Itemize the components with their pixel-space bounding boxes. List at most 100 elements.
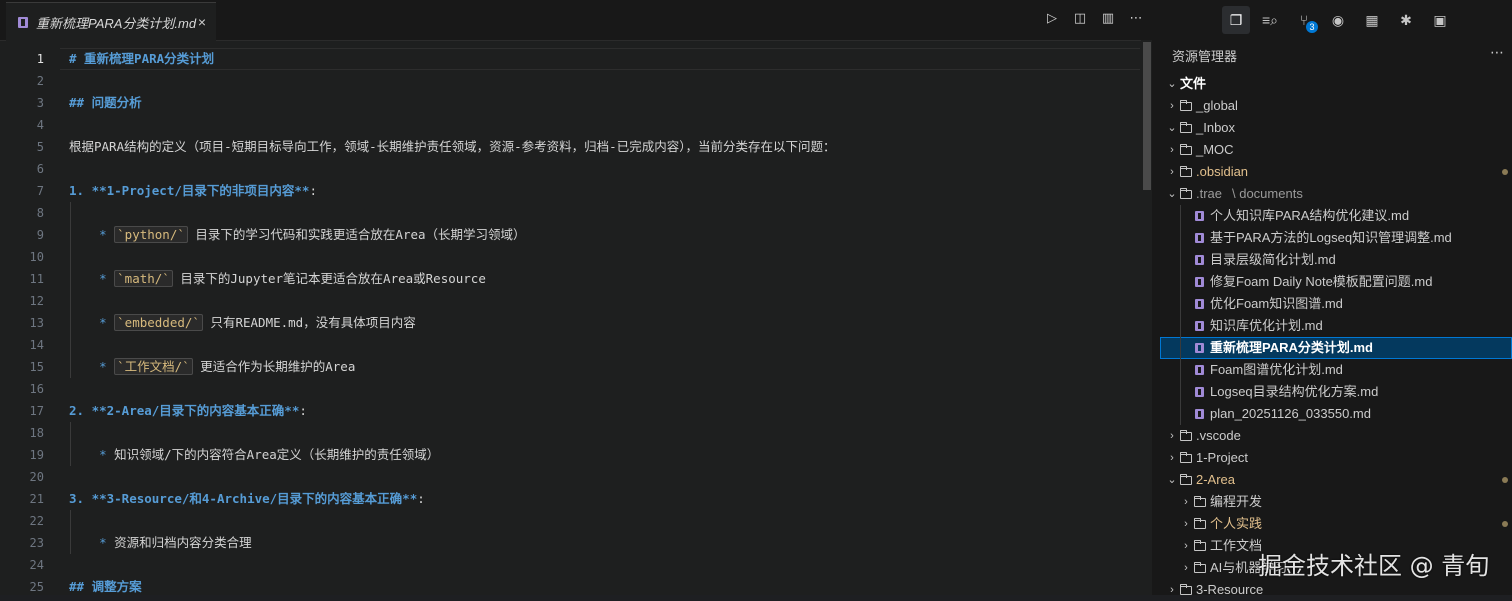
text-segment: 资源和归档内容分类合理 — [114, 535, 252, 550]
line-text: 根据PARA结构的定义（项目-短期目标导向工作，领域-长期维护责任领域，资源-参… — [69, 136, 835, 158]
tree-indent-guide — [1180, 205, 1181, 425]
tree-folder-item[interactable]: ⌄ 2-Area — [1160, 469, 1512, 491]
chevron-right-icon[interactable]: › — [1166, 139, 1178, 161]
tree-file-item[interactable]: 目录层级简化计划.md — [1160, 249, 1512, 271]
tree-item-label: 个人知识库PARA结构优化建议.md — [1210, 208, 1410, 223]
tree-file-item[interactable]: 优化Foam知识图谱.md — [1160, 293, 1512, 315]
code-line[interactable]: 15 * `工作文档/` 更适合作为长期维护的Area — [0, 356, 1140, 378]
run-icon[interactable]: ▷ — [1044, 10, 1060, 26]
source-control-icon[interactable]: ⑂ 3 — [1290, 6, 1318, 34]
code-line[interactable]: 14 — [0, 334, 1140, 356]
code-line[interactable]: 7 1. **1-Project/目录下的非项目内容**: — [0, 180, 1140, 202]
code-line[interactable]: 9 * `python/` 目录下的学习代码和实践更适合放在Area（长期学习领… — [0, 224, 1140, 246]
tree-file-item[interactable]: plan_20251126_033550.md — [1160, 403, 1512, 425]
line-number: 18 — [29, 426, 44, 440]
editor-area[interactable]: 重新梳理PARA分类计划.md × ▷ ◫ ▥ ⋯ 1 # 重新梳理PARA分类计… — [0, 0, 1152, 595]
tree-folder-item[interactable]: › 3-Resource — [1160, 579, 1512, 601]
extensions-icon[interactable]: ▦ — [1358, 6, 1386, 34]
tree-file-item[interactable]: 知识库优化计划.md — [1160, 315, 1512, 337]
code-line[interactable]: 17 2. **2-Area/目录下的内容基本正确**: — [0, 400, 1140, 422]
tree-item-label: Logseq目录结构优化方案.md — [1210, 384, 1379, 399]
scrollbar-thumb[interactable] — [1143, 42, 1151, 190]
code-lines[interactable]: 1 # 重新梳理PARA分类计划 2 3 ## 问题分析 4 5 根据PARA结构的定义（项目… — [0, 48, 1140, 595]
code-line[interactable]: 22 — [0, 510, 1140, 532]
tree-folder-item[interactable]: › .obsidian — [1160, 161, 1512, 183]
code-line[interactable]: 23 * 资源和归档内容分类合理 — [0, 532, 1140, 554]
tree-folder-item[interactable]: › 个人实践 — [1160, 513, 1512, 535]
code-line[interactable]: 13 * `embedded/` 只有README.md，没有具体项目内容 — [0, 312, 1140, 334]
remote-icon[interactable]: ▣ — [1426, 6, 1454, 34]
tree-file-item[interactable]: 个人知识库PARA结构优化建议.md — [1160, 205, 1512, 227]
chevron-down-icon[interactable]: ⌄ — [1166, 73, 1178, 95]
inline-code: `math/` — [114, 270, 173, 287]
eye-icon[interactable]: ◉ — [1324, 6, 1352, 34]
chevron-right-icon[interactable]: › — [1166, 95, 1178, 117]
explorer-icon[interactable]: ❐ — [1222, 6, 1250, 34]
chevron-right-icon[interactable]: › — [1180, 535, 1192, 557]
code-line[interactable]: 16 — [0, 378, 1140, 400]
markdown-file-icon — [1195, 233, 1204, 243]
open-preview-icon[interactable]: ◫ — [1072, 10, 1088, 26]
indent-guide — [70, 510, 71, 554]
code-line[interactable]: 20 — [0, 466, 1140, 488]
tab-active-file[interactable]: 重新梳理PARA分类计划.md × — [6, 2, 216, 41]
tree-file-item[interactable]: 修复Foam Daily Note模板配置问题.md — [1160, 271, 1512, 293]
tree-file-item[interactable]: Foam图谱优化计划.md — [1160, 359, 1512, 381]
split-editor-icon[interactable]: ▥ — [1100, 10, 1116, 26]
close-icon[interactable]: × — [198, 14, 206, 30]
chevron-right-icon[interactable]: › — [1180, 491, 1192, 513]
tree-folder-item[interactable]: ⌄ 文件 — [1160, 73, 1512, 95]
tree-item-label: 个人实践 — [1210, 516, 1263, 531]
bold-text: 1. **1-Project/目录下的非项目内容** — [69, 183, 310, 198]
tree-file-item[interactable]: 基于PARA方法的Logseq知识管理调整.md — [1160, 227, 1512, 249]
tree-item-label: 目录层级简化计划.md — [1210, 252, 1336, 267]
search-icon[interactable]: ≡⌕ — [1256, 6, 1284, 34]
tree-folder-item[interactable]: ⌄ _Inbox — [1160, 117, 1512, 139]
text-segment: 更适合作为长期维护的Area — [192, 359, 356, 374]
chevron-right-icon[interactable]: › — [1180, 513, 1192, 535]
code-line[interactable]: 12 — [0, 290, 1140, 312]
tree-item-label: .vscode — [1196, 428, 1241, 443]
tree-folder-item[interactable]: › 1-Project — [1160, 447, 1512, 469]
chevron-down-icon[interactable]: ⌄ — [1166, 183, 1178, 205]
chevron-down-icon[interactable]: ⌄ — [1166, 117, 1178, 139]
code-line[interactable]: 18 — [0, 422, 1140, 444]
tree-folder-item[interactable]: ⌄ .trae \ documents — [1160, 183, 1512, 205]
panel-divider[interactable] — [1152, 0, 1160, 595]
tree-file-item[interactable]: Logseq目录结构优化方案.md — [1160, 381, 1512, 403]
chevron-right-icon[interactable]: › — [1166, 579, 1178, 601]
line-number: 11 — [29, 272, 44, 286]
tree-folder-item[interactable]: › .vscode — [1160, 425, 1512, 447]
chevron-right-icon[interactable]: › — [1166, 161, 1178, 183]
tree-folder-item[interactable]: › _global — [1160, 95, 1512, 117]
more-actions-icon[interactable]: ⋯ — [1128, 10, 1144, 26]
code-line[interactable]: 8 — [0, 202, 1140, 224]
code-line[interactable]: 10 — [0, 246, 1140, 268]
code-line[interactable]: 11 * `math/` 目录下的Jupyter笔记本更适合放在Area或Res… — [0, 268, 1140, 290]
line-number: 6 — [36, 162, 44, 176]
editor-scrollbar[interactable] — [1141, 40, 1152, 595]
tree-item-label: 基于PARA方法的Logseq知识管理调整.md — [1210, 230, 1452, 245]
chevron-right-icon[interactable]: › — [1166, 447, 1178, 469]
tree-folder-item[interactable]: › _MOC — [1160, 139, 1512, 161]
chevron-down-icon[interactable]: ⌄ — [1166, 469, 1178, 491]
code-line[interactable]: 19 * 知识领域/下的内容符合Area定义（长期维护的责任领域） — [0, 444, 1140, 466]
folder-open-icon — [1180, 188, 1192, 199]
line-text: * 资源和归档内容分类合理 — [69, 532, 252, 554]
tree-folder-item[interactable]: › 编程开发 — [1160, 491, 1512, 513]
code-line[interactable]: 24 — [0, 554, 1140, 576]
code-line[interactable]: 2 — [0, 70, 1140, 92]
code-line[interactable]: 21 3. **3-Resource/和4-Archive/目录下的内容基本正确*… — [0, 488, 1140, 510]
code-line[interactable]: 5 根据PARA结构的定义（项目-短期目标导向工作，领域-长期维护责任领域，资源-… — [0, 136, 1140, 158]
chevron-right-icon[interactable]: › — [1180, 557, 1192, 579]
debug-icon[interactable]: ✱ — [1392, 6, 1420, 34]
code-line[interactable]: 4 — [0, 114, 1140, 136]
chevron-right-icon[interactable]: › — [1166, 425, 1178, 447]
modified-dot — [1502, 169, 1508, 175]
tree-file-item[interactable]: 重新梳理PARA分类计划.md — [1160, 337, 1512, 359]
folder-icon — [1194, 540, 1206, 551]
code-line[interactable]: 6 — [0, 158, 1140, 180]
more-icon[interactable]: ⋯ — [1490, 44, 1504, 61]
code-line[interactable]: 1 # 重新梳理PARA分类计划 — [0, 48, 1140, 70]
code-line[interactable]: 3 ## 问题分析 — [0, 92, 1140, 114]
